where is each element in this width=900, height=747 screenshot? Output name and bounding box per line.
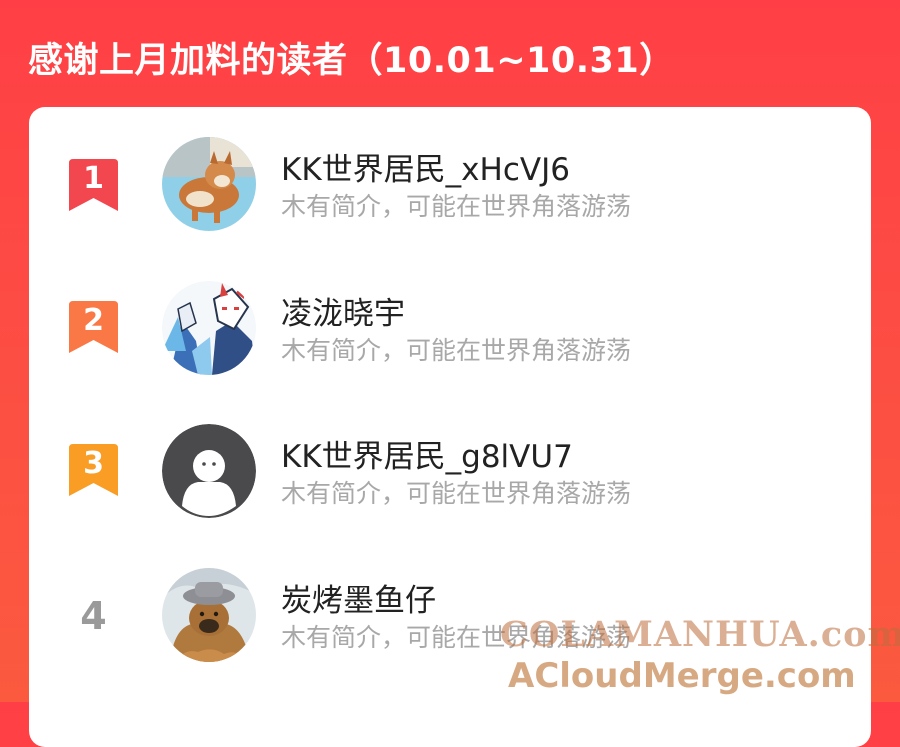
reader-bio: 木有简介，可能在世界角落游荡 <box>281 336 632 365</box>
reader-name[interactable]: 炭烤墨鱼仔 <box>281 575 436 620</box>
avatar[interactable] <box>162 137 256 231</box>
reader-name[interactable]: KK世界居民_g8lVU7 <box>281 431 573 476</box>
reader-bio: 木有简介，可能在世界角落游荡 <box>281 192 632 221</box>
rank-ribbon-icon: 3 <box>69 444 118 496</box>
rank-number: 1 <box>83 161 104 196</box>
watermark: ACloudMerge.com <box>508 656 856 696</box>
reader-name[interactable]: KK世界居民_xHcVJ6 <box>281 144 570 189</box>
rank-number: 2 <box>83 303 104 338</box>
page-title: 感谢上月加料的读者（10.01~10.31） <box>28 41 675 81</box>
default-avatar-icon[interactable] <box>162 424 256 518</box>
reader-bio: 木有简介，可能在世界角落游荡 <box>281 479 632 508</box>
reader-row[interactable]: 3 KK世界居民_g8lVU7 木有简介，可能在世界角落游荡 <box>29 394 871 518</box>
rank-number: 4 <box>80 594 107 638</box>
reader-name[interactable]: 凌泷晓宇 <box>281 288 405 333</box>
avatar[interactable] <box>162 568 256 662</box>
rank-ribbon-icon: 1 <box>69 159 118 211</box>
rank-ribbon-icon: 2 <box>69 301 118 353</box>
reader-row[interactable]: 2 凌泷晓宇 木有简介，可能在世界角落游荡 <box>29 251 871 375</box>
reader-row[interactable]: 1 KK世界居民_xHcVJ6 木有简介，可能在世界角落游荡 <box>29 107 871 231</box>
avatar[interactable] <box>162 281 256 375</box>
watermark: COLAMANHUA.com <box>500 614 900 655</box>
rank-number: 3 <box>83 446 104 481</box>
